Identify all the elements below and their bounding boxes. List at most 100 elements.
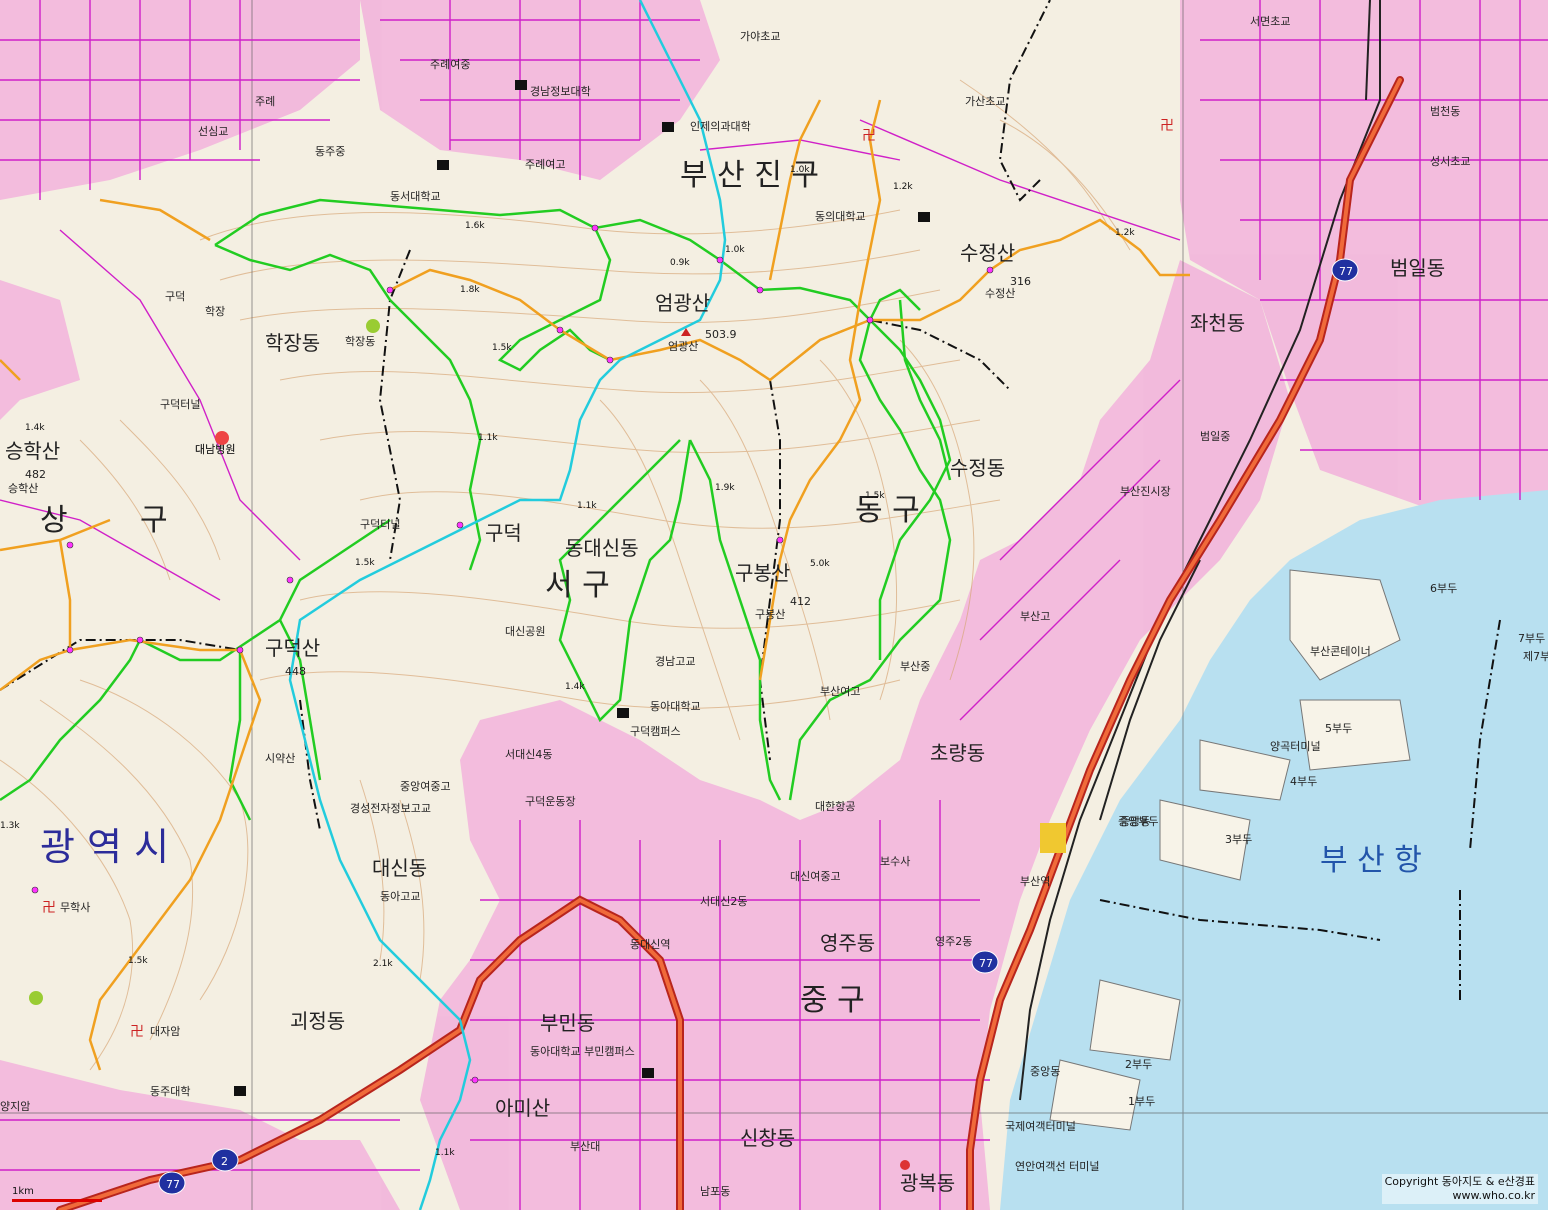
distance-0: 1.6k [465,221,485,231]
distance-1: 0.9k [670,258,690,268]
peak-gubongsan-marker: 구봉산 [755,608,785,621]
place-1: 인제의과대학 [690,120,751,133]
place-35: 대자암 [150,1025,180,1038]
berth-3: 3부두 [1225,833,1252,846]
svg-text:2: 2 [221,1155,228,1168]
distance-7: 1.5k [492,343,512,353]
cemetery-icon [366,319,380,333]
place-27: 성서초교 [1430,155,1470,168]
place-28: 범일중 [1200,429,1230,443]
peak-eomgwangsan-marker: 엄광산 [668,340,698,353]
university-icon [642,1068,654,1078]
marker-icon [900,1160,910,1170]
peak-gudeoksan-height: 448 [285,665,306,678]
place-41: 서대신2동 [700,895,747,908]
place-11: 연안여객선 터미널 [1015,1160,1099,1173]
hospital-icon [215,431,229,445]
place-8: 부산콘테이너 [1310,645,1371,658]
route-label-0: 주례 [255,95,275,108]
place-3: 경남고교 [655,655,695,668]
peak-seunghaksan-height: 482 [25,468,46,481]
temple-icon-muhaksa: 卍 [42,900,56,916]
place-18: 중앙여중고 [400,780,451,793]
distance-19: 1.5k [128,956,148,966]
peak-seunghaksan: 승학산 [5,439,60,463]
university-icon [515,80,527,90]
place-20: 주례여고 [525,158,565,171]
cemetery-icon [29,991,43,1005]
scale-bar: 1km [12,1186,102,1202]
dong-daesin: 대신동 [372,856,427,880]
route-label-1: 선심교 [198,125,228,138]
svg-text:77: 77 [166,1178,180,1191]
district-gwangyeoksi: 광 역 시 [40,825,169,869]
dong-yeongju: 영주동 [820,931,875,955]
place-30: 대신여중고 [790,870,841,883]
place-40: 서대신4동 [505,748,552,761]
place-15: 동주대학 [150,1085,190,1098]
place-21: 동주중 [315,145,345,158]
distance-16: 2.1k [373,959,393,969]
distance-3: 1.0k [725,245,745,255]
distance-6: 1.8k [460,285,480,295]
highway-shield-icon: 77 [158,1171,186,1195]
distance-18: 1.3k [0,821,20,831]
place-29: 동아고교 [380,890,420,903]
place-9: 양곡터미널 [1270,740,1321,753]
scale-line [12,1199,102,1202]
distance-12: 1.4k [565,682,585,692]
peak-eomgwangsan: 엄광산 [655,291,710,315]
berth-6: 6부두 [1430,582,1457,595]
svg-text:77: 77 [1339,265,1353,278]
place-17: 경성전자정보고교 [350,802,431,815]
distance-13: 1.4k [25,423,45,433]
dong-dongdaesin: 동대신동 [565,536,639,560]
peak-gubongsan: 구봉산 [735,561,790,585]
central-pier: 중앙부두 [1118,815,1158,828]
place-42: 영주2동 [935,935,972,948]
place-33: 부산여고 [820,685,860,698]
route-label-8: 양지암 [0,1100,30,1113]
dong-goejeong: 괴정동 [290,1009,345,1033]
peak-eomgwangsan-height: 503.9 [705,328,737,341]
berth-2: 2부두 [1125,1058,1152,1071]
berth-4: 4부두 [1290,775,1317,788]
place-26: 범천동 [1430,104,1460,118]
district-jung-gu: 중 구 [800,983,865,1018]
distance-2: 1.0k [790,165,810,175]
peak-gubongsan-height: 412 [790,595,811,608]
distance-8: 1.1k [478,433,498,443]
place-34: 무학사 [60,901,90,914]
temple-icon-daewonsa: 卍 [862,128,876,144]
dong-choryang: 초량동 [930,741,985,765]
route-label-10: 학장동 [345,335,375,348]
route-label-4: 구덕터널 [360,518,400,531]
place-32: 부산고 [1020,610,1050,623]
district-seo-gu: 서 구 [545,568,610,603]
distance-4: 1.2k [1115,228,1135,238]
peak-sujeongsan: 수정산 [960,241,1015,265]
dong-hakjang: 학장동 [265,331,320,355]
dong-sinchang: 신창동 [740,1126,795,1150]
place-24: 가산초교 [965,95,1005,108]
scale-label: 1km [12,1186,34,1197]
distance-10: 1.9k [715,483,735,493]
peak-seunghaksan-marker: 승학산 [8,482,38,495]
map-canvas: 부 산 진 구 동 구 중 구 서 구 광 역 시 상 구 부 산 항 엄광산 … [0,0,1548,1210]
place-14: 부산역 [1020,875,1050,888]
temple-icon-daejaam: 卍 [130,1024,144,1040]
berth-1: 1부두 [1128,1095,1155,1108]
place-31: 부산중 [900,660,930,673]
place-25: 서면초교 [1250,15,1290,28]
route-label-2: 학장 [205,305,225,318]
peak-sujeongsan-marker: 수정산 [985,287,1015,300]
place-38: 부산진시장 [1120,485,1171,498]
dong-bumin: 부민동 [540,1011,595,1035]
place-5: 구덕캠퍼스 [630,725,681,738]
place-36: 구덕터널 [160,398,200,411]
place-43: 부산대 [570,1140,600,1153]
distance-15: 1.5k [355,558,375,568]
place-6: 대신공원 [505,625,545,638]
university-icon [437,160,449,170]
place-4: 동아대학교 [650,700,701,713]
